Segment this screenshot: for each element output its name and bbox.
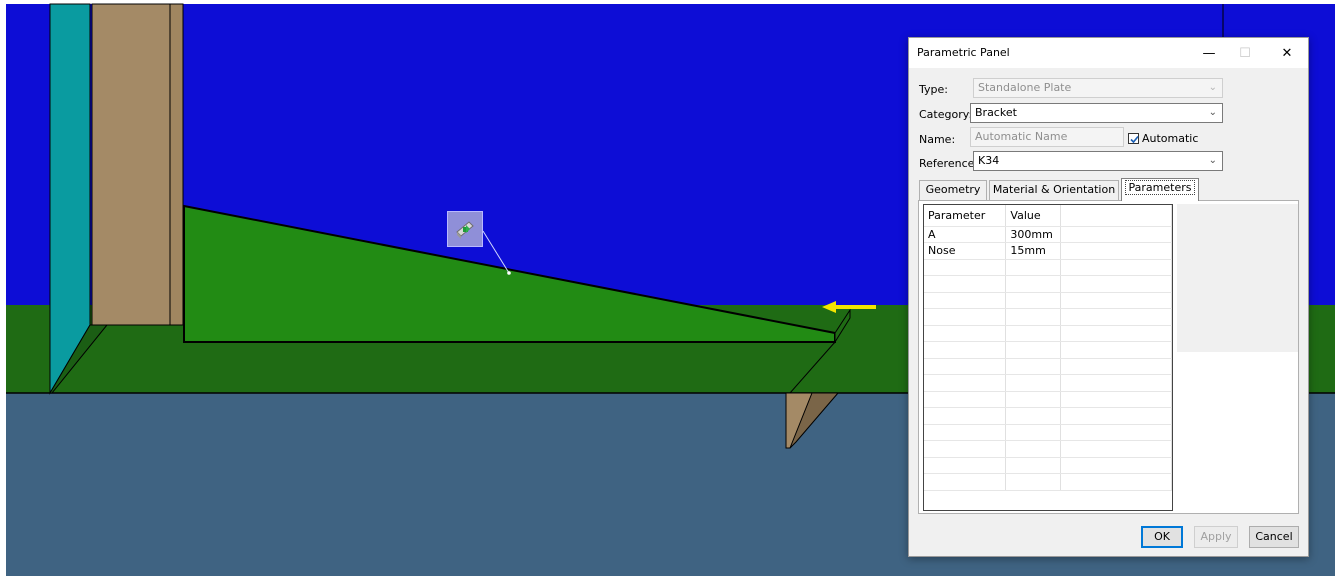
chevron-down-icon: ⌄ bbox=[1208, 155, 1217, 166]
ok-button[interactable]: OK bbox=[1141, 526, 1183, 548]
category-label: Category: bbox=[919, 108, 973, 121]
tab-material-orientation[interactable]: Material & Orientation bbox=[989, 180, 1119, 200]
close-button[interactable]: ✕ bbox=[1269, 38, 1305, 68]
direction-arrow-icon bbox=[822, 300, 878, 314]
type-value: Standalone Plate bbox=[978, 81, 1072, 94]
reference-value: K34 bbox=[978, 154, 1000, 167]
tab-parameters[interactable]: Parameters bbox=[1121, 178, 1199, 201]
column-header-empty bbox=[1060, 205, 1172, 227]
category-select[interactable]: Bracket ⌄ bbox=[970, 103, 1223, 123]
reference-label: Reference: bbox=[919, 157, 979, 170]
empty-row bbox=[924, 457, 1172, 474]
empty-row bbox=[924, 358, 1172, 375]
parameter-extra-cell bbox=[1060, 242, 1172, 260]
plate-handle-icon[interactable] bbox=[447, 211, 483, 247]
parameter-preview-pane bbox=[1177, 204, 1298, 352]
empty-row bbox=[924, 259, 1172, 276]
tan-column bbox=[91, 3, 171, 326]
close-icon: ✕ bbox=[1281, 45, 1293, 61]
parameter-value-cell[interactable]: 15mm bbox=[1005, 242, 1062, 260]
dialog-title: Parametric Panel bbox=[917, 46, 1010, 59]
name-label: Name: bbox=[919, 133, 956, 146]
name-value: Automatic Name bbox=[975, 130, 1068, 143]
tab-geometry-label: Geometry bbox=[925, 183, 981, 196]
maximize-icon: ☐ bbox=[1239, 45, 1251, 61]
empty-row bbox=[924, 407, 1172, 425]
parameters-table[interactable]: Parameter Value A 300mm Nose 15mm bbox=[923, 204, 1173, 511]
empty-row bbox=[924, 424, 1172, 441]
minimize-button[interactable]: — bbox=[1191, 38, 1227, 68]
type-label: Type: bbox=[919, 83, 948, 96]
parameter-extra-cell bbox=[1060, 226, 1172, 243]
automatic-label: Automatic bbox=[1142, 132, 1199, 145]
parametric-panel-dialog: Parametric Panel — ☐ ✕ Type: Standalone … bbox=[908, 37, 1309, 557]
name-field: Automatic Name bbox=[970, 127, 1124, 147]
parameter-name-cell: A bbox=[924, 226, 1007, 243]
automatic-checkbox[interactable]: Automatic bbox=[1128, 132, 1218, 146]
column-header-value: Value bbox=[1005, 205, 1062, 227]
chevron-down-icon: ⌄ bbox=[1208, 107, 1217, 118]
type-select: Standalone Plate ⌄ bbox=[973, 78, 1223, 98]
empty-row bbox=[924, 308, 1172, 326]
apply-button: Apply bbox=[1194, 526, 1238, 548]
cancel-button[interactable]: Cancel bbox=[1249, 526, 1299, 548]
table-row[interactable]: Nose 15mm bbox=[924, 242, 1172, 260]
table-header-row: Parameter Value bbox=[924, 205, 1172, 227]
tab-geometry[interactable]: Geometry bbox=[919, 180, 987, 200]
category-value: Bracket bbox=[975, 106, 1017, 119]
empty-row bbox=[924, 391, 1172, 408]
maximize-button: ☐ bbox=[1227, 38, 1263, 68]
empty-row bbox=[924, 374, 1172, 392]
empty-row bbox=[924, 440, 1172, 458]
tab-parameters-label: Parameters bbox=[1124, 180, 1196, 195]
empty-row bbox=[924, 473, 1172, 491]
empty-row bbox=[924, 275, 1172, 293]
table-row[interactable]: A 300mm bbox=[924, 226, 1172, 243]
title-bar[interactable]: Parametric Panel — ☐ ✕ bbox=[909, 38, 1308, 68]
tab-material-orientation-label: Material & Orientation bbox=[992, 183, 1116, 196]
column-header-parameter: Parameter bbox=[924, 205, 1007, 227]
minimize-icon: — bbox=[1202, 45, 1216, 61]
empty-row bbox=[924, 341, 1172, 359]
empty-row bbox=[924, 292, 1172, 309]
reference-select[interactable]: K34 ⌄ bbox=[973, 151, 1223, 171]
empty-row bbox=[924, 325, 1172, 342]
parameter-value-cell[interactable]: 300mm bbox=[1005, 226, 1062, 243]
parameter-name-cell: Nose bbox=[924, 242, 1007, 260]
checkbox-checked-icon bbox=[1128, 133, 1139, 144]
chevron-down-icon: ⌄ bbox=[1208, 82, 1217, 93]
